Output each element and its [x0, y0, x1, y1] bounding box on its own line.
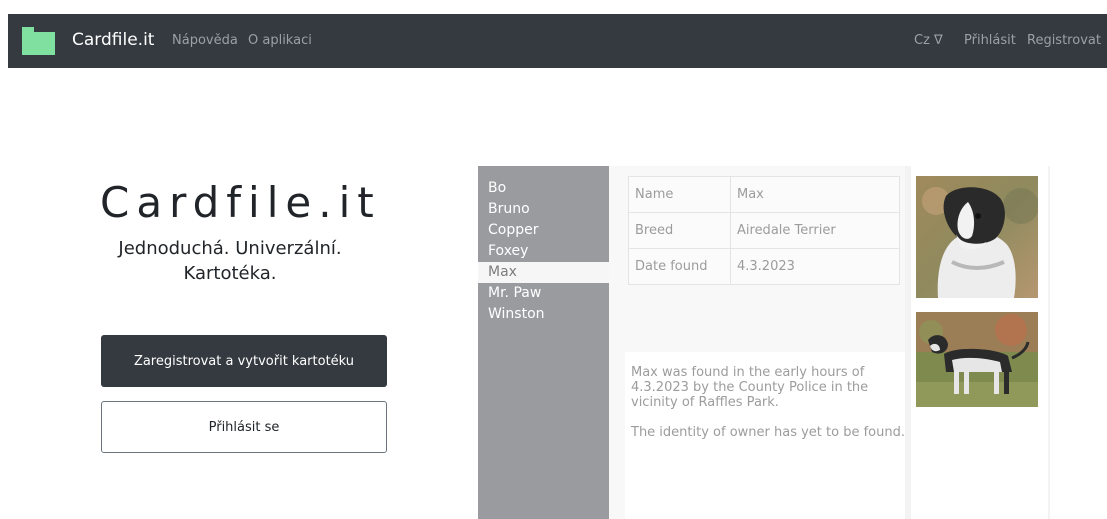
table-row: Date found 4.3.2023 — [628, 248, 900, 285]
language-dropdown[interactable]: Cz ∇ — [914, 33, 943, 48]
list-item[interactable]: Foxey — [478, 241, 609, 262]
folder-icon[interactable] — [22, 27, 55, 55]
dog-photo-standing[interactable] — [916, 312, 1038, 407]
field-label: Name — [628, 176, 731, 213]
login-button[interactable]: Přihlásit se — [101, 401, 387, 453]
field-value: Airedale Terrier — [730, 212, 900, 249]
nav-register-link[interactable]: Registrovat — [1027, 33, 1101, 48]
list-item[interactable]: Winston — [478, 304, 609, 325]
dog-photo-portrait[interactable] — [916, 176, 1038, 298]
record-fields-table: Name Max Breed Airedale Terrier Date fou… — [628, 176, 900, 285]
brand-link[interactable]: Cardfile.it — [72, 30, 154, 50]
top-navbar: Cardfile.it Nápověda O aplikaci Cz ∇ Při… — [8, 14, 1107, 68]
table-row: Breed Airedale Terrier — [628, 212, 900, 249]
hero-subtitle-line2: Kartotéka. — [183, 263, 277, 284]
description-paragraph: Max was found in the early hours of 4.3.… — [631, 365, 869, 410]
app-preview: Bo Bruno Copper Foxey Max Mr. Paw Winsto… — [478, 166, 1050, 519]
description-paragraph: The identity of owner has yet to be foun… — [631, 425, 905, 440]
field-value: 4.3.2023 — [730, 248, 900, 285]
nav-help-link[interactable]: Nápověda — [172, 33, 238, 48]
hero-title: Cardfile.it — [100, 178, 381, 227]
list-item[interactable]: Bo — [478, 178, 609, 199]
list-item[interactable]: Bruno — [478, 199, 609, 220]
nav-login-link[interactable]: Přihlásit — [964, 33, 1016, 48]
table-row: Name Max — [628, 176, 900, 213]
hero-subtitle: Jednoduchá. Univerzální. Kartotéka. — [95, 236, 365, 286]
record-list: Bo Bruno Copper Foxey Max Mr. Paw Winsto… — [478, 166, 609, 519]
field-label: Date found — [628, 248, 731, 285]
list-item[interactable]: Mr. Paw — [478, 283, 609, 304]
field-label: Breed — [628, 212, 731, 249]
hero-subtitle-line1: Jednoduchá. Univerzální. — [118, 238, 342, 259]
record-photos — [911, 166, 1048, 519]
record-detail: Name Max Breed Airedale Terrier Date fou… — [609, 166, 905, 519]
field-value: Max — [730, 176, 900, 213]
list-item-selected[interactable]: Max — [478, 262, 609, 283]
register-create-button[interactable]: Zaregistrovat a vytvořit kartotéku — [101, 335, 387, 387]
record-description: Max was found in the early hours of 4.3.… — [625, 352, 905, 519]
list-item[interactable]: Copper — [478, 220, 609, 241]
nav-about-link[interactable]: O aplikaci — [248, 33, 312, 48]
